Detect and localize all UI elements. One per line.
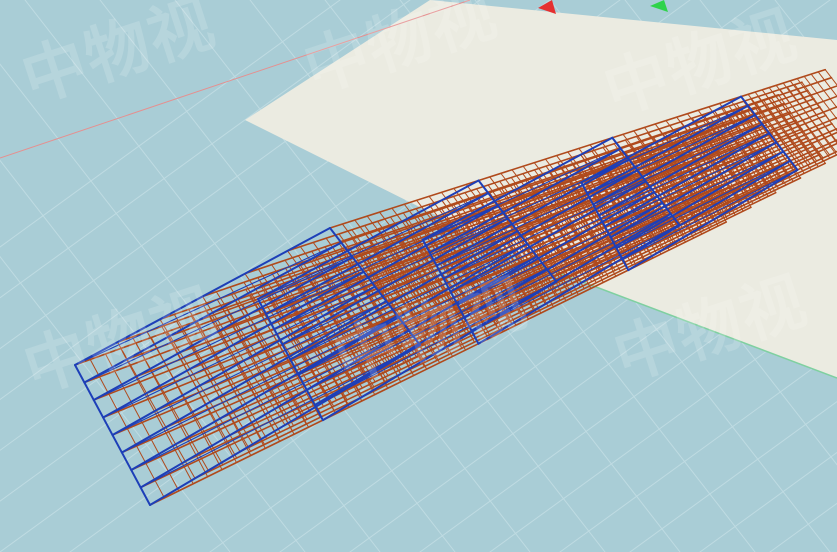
3d-viewport[interactable]: 中物视 中物视 中物视 中物视 中物视 中物视: [0, 0, 837, 552]
y-axis-arrow-icon[interactable]: [650, 0, 668, 12]
warehouse-scene[interactable]: [0, 0, 837, 552]
